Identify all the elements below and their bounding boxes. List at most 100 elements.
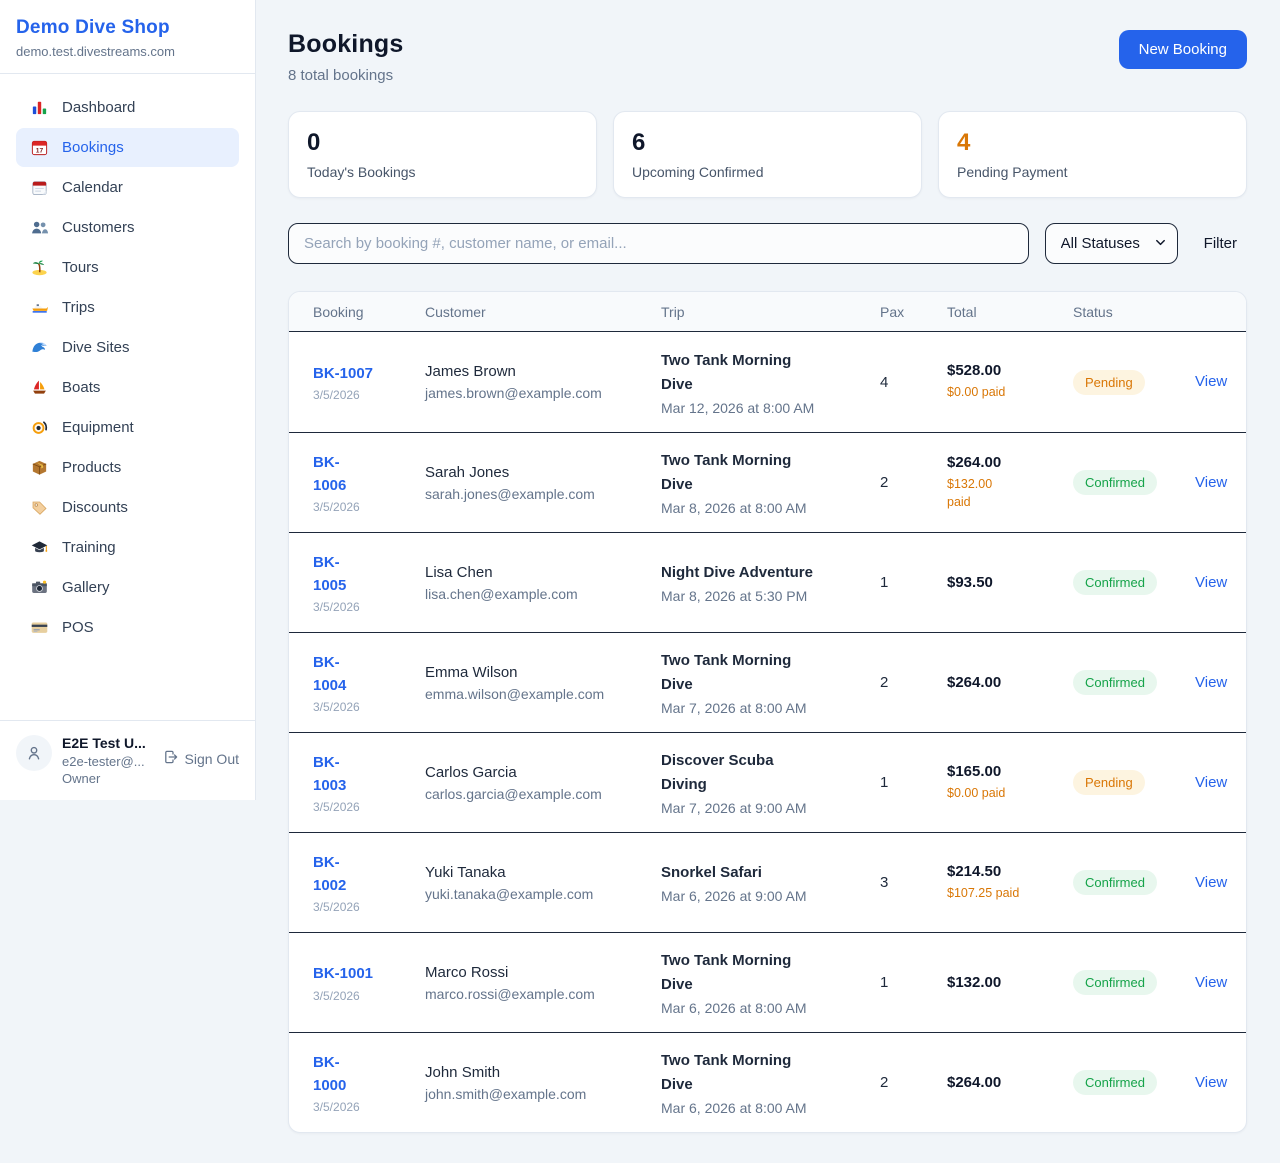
view-booking-link[interactable]: View [1195, 974, 1227, 991]
sidebar-item-label: Discounts [62, 499, 128, 516]
page-header: Bookings 8 total bookings New Booking [288, 30, 1247, 84]
new-booking-button[interactable]: New Booking [1119, 30, 1247, 69]
status-badge: Confirmed [1073, 870, 1157, 895]
table-row: BK- 10063/5/2026Sarah Jonessarah.jones@e… [289, 432, 1246, 532]
sidebar-item-equipment[interactable]: Equipment [16, 408, 239, 447]
sidebar-item-label: Tours [62, 259, 99, 276]
stat-card-pending-payment: 4 Pending Payment [938, 111, 1247, 198]
package-icon [30, 458, 49, 477]
customer-email: emma.wilson@example.com [425, 686, 661, 702]
stat-label: Pending Payment [957, 164, 1228, 180]
booking-id-link[interactable]: BK-1001 [313, 962, 373, 985]
trip-datetime: Mar 12, 2026 at 8:00 AM [661, 400, 880, 416]
sidebar-item-bookings[interactable]: 17Bookings [16, 128, 239, 167]
view-booking-link[interactable]: View [1195, 474, 1227, 491]
shop-name: Demo Dive Shop [16, 17, 239, 39]
customer-name: James Brown [425, 363, 661, 380]
cell-total: $264.00 $132.00 paid [947, 454, 1073, 511]
booking-id-link[interactable]: BK- 1002 [313, 851, 346, 898]
status-filter-select[interactable]: All Statuses [1045, 223, 1178, 264]
booking-id-link[interactable]: BK- 1005 [313, 551, 346, 598]
view-booking-link[interactable]: View [1195, 874, 1227, 891]
sidebar-item-training[interactable]: Training [16, 528, 239, 567]
sidebar-item-label: Products [62, 459, 121, 476]
bookings-table: Booking Customer Trip Pax Total Status B… [288, 291, 1247, 1133]
customer-email: john.smith@example.com [425, 1086, 661, 1102]
booking-id-link[interactable]: BK- 1004 [313, 651, 346, 698]
total-amount: $165.00 [947, 763, 1073, 780]
table-row: BK- 10003/5/2026John Smithjohn.smith@exa… [289, 1032, 1246, 1132]
sidebar-item-pos[interactable]: POS [16, 608, 239, 647]
view-booking-link[interactable]: View [1195, 373, 1227, 390]
status-select-wrap: All Statuses [1045, 223, 1178, 264]
avatar [16, 735, 52, 771]
cell-actions: View [1195, 373, 1230, 391]
sidebar-item-boats[interactable]: Boats [16, 368, 239, 407]
cell-status: Confirmed [1073, 670, 1195, 695]
table-row: BK- 10023/5/2026Yuki Tanakayuki.tanaka@e… [289, 832, 1246, 932]
trip-datetime: Mar 6, 2026 at 8:00 AM [661, 1100, 880, 1116]
booking-id-link[interactable]: BK- 1000 [313, 1051, 346, 1098]
dashboard-icon [30, 98, 49, 117]
column-header-booking: Booking [313, 304, 425, 320]
paid-amount: $132.00 paid [947, 475, 1073, 511]
cell-booking: BK-1001 3/5/2026 [313, 962, 425, 1002]
cell-booking: BK- 1003 3/5/2026 [313, 751, 425, 815]
user-role: Owner [62, 771, 153, 786]
booking-date: 3/5/2026 [313, 989, 425, 1003]
customer-email: carlos.garcia@example.com [425, 786, 661, 802]
booking-id-link[interactable]: BK-1007 [313, 362, 373, 385]
booking-id-link[interactable]: BK- 1006 [313, 451, 346, 498]
sidebar-item-dashboard[interactable]: Dashboard [16, 88, 239, 127]
sidebar: Demo Dive Shop demo.test.divestreams.com… [0, 0, 256, 800]
cell-actions: View [1195, 874, 1230, 892]
sidebar-item-trips[interactable]: Trips [16, 288, 239, 327]
pax-count: 4 [880, 374, 947, 391]
cell-actions: View [1195, 774, 1230, 792]
cell-total: $214.50$107.25 paid [947, 863, 1073, 902]
cell-status: Confirmed [1073, 1070, 1195, 1095]
sign-out-button[interactable]: Sign Out [163, 749, 239, 768]
cell-booking: BK-10073/5/2026 [313, 362, 425, 402]
booking-date: 3/5/2026 [313, 500, 425, 514]
stat-value: 0 [307, 129, 578, 157]
table-row: BK-10073/5/2026James Brownjames.brown@ex… [289, 332, 1246, 432]
search-input[interactable] [288, 223, 1029, 264]
sidebar-item-dive-sites[interactable]: Dive Sites [16, 328, 239, 367]
view-booking-link[interactable]: View [1195, 774, 1227, 791]
cell-actions: View [1195, 974, 1230, 992]
view-booking-link[interactable]: View [1195, 674, 1227, 691]
trip-datetime: Mar 6, 2026 at 8:00 AM [661, 1000, 880, 1016]
total-amount: $528.00 [947, 362, 1073, 379]
status-badge: Pending [1073, 770, 1145, 795]
cell-actions: View [1195, 674, 1230, 692]
trip-datetime: Mar 7, 2026 at 8:00 AM [661, 700, 880, 716]
table-header-row: Booking Customer Trip Pax Total Status [289, 292, 1246, 332]
booking-date: 3/5/2026 [313, 800, 425, 814]
sidebar-item-gallery[interactable]: Gallery [16, 568, 239, 607]
filter-button[interactable]: Filter [1194, 227, 1247, 260]
camera-icon [30, 578, 49, 597]
column-header-pax: Pax [880, 304, 947, 320]
total-amount: $264.00 [947, 454, 1073, 471]
customer-name: John Smith [425, 1064, 661, 1081]
sidebar-item-discounts[interactable]: Discounts [16, 488, 239, 527]
credit-card-icon [30, 618, 49, 637]
pax-count: 2 [880, 1074, 947, 1091]
total-amount: $214.50 [947, 863, 1073, 880]
cell-trip: Discover Scuba DivingMar 7, 2026 at 9:00… [661, 749, 880, 816]
sidebar-item-tours[interactable]: Tours [16, 248, 239, 287]
view-booking-link[interactable]: View [1195, 574, 1227, 591]
sidebar-item-products[interactable]: Products [16, 448, 239, 487]
sidebar-item-label: POS [62, 619, 94, 636]
page-title: Bookings [288, 30, 404, 59]
cell-customer: John Smith john.smith@example.com [425, 1064, 661, 1102]
sidebar-item-calendar[interactable]: Calendar [16, 168, 239, 207]
column-header-customer: Customer [425, 304, 661, 320]
trip-name: Two Tank Morning Dive [661, 949, 880, 997]
sidebar-item-customers[interactable]: Customers [16, 208, 239, 247]
view-booking-link[interactable]: View [1195, 1074, 1227, 1091]
cell-booking: BK- 10023/5/2026 [313, 851, 425, 915]
sailboat-icon [30, 378, 49, 397]
booking-id-link[interactable]: BK- 1003 [313, 751, 346, 798]
